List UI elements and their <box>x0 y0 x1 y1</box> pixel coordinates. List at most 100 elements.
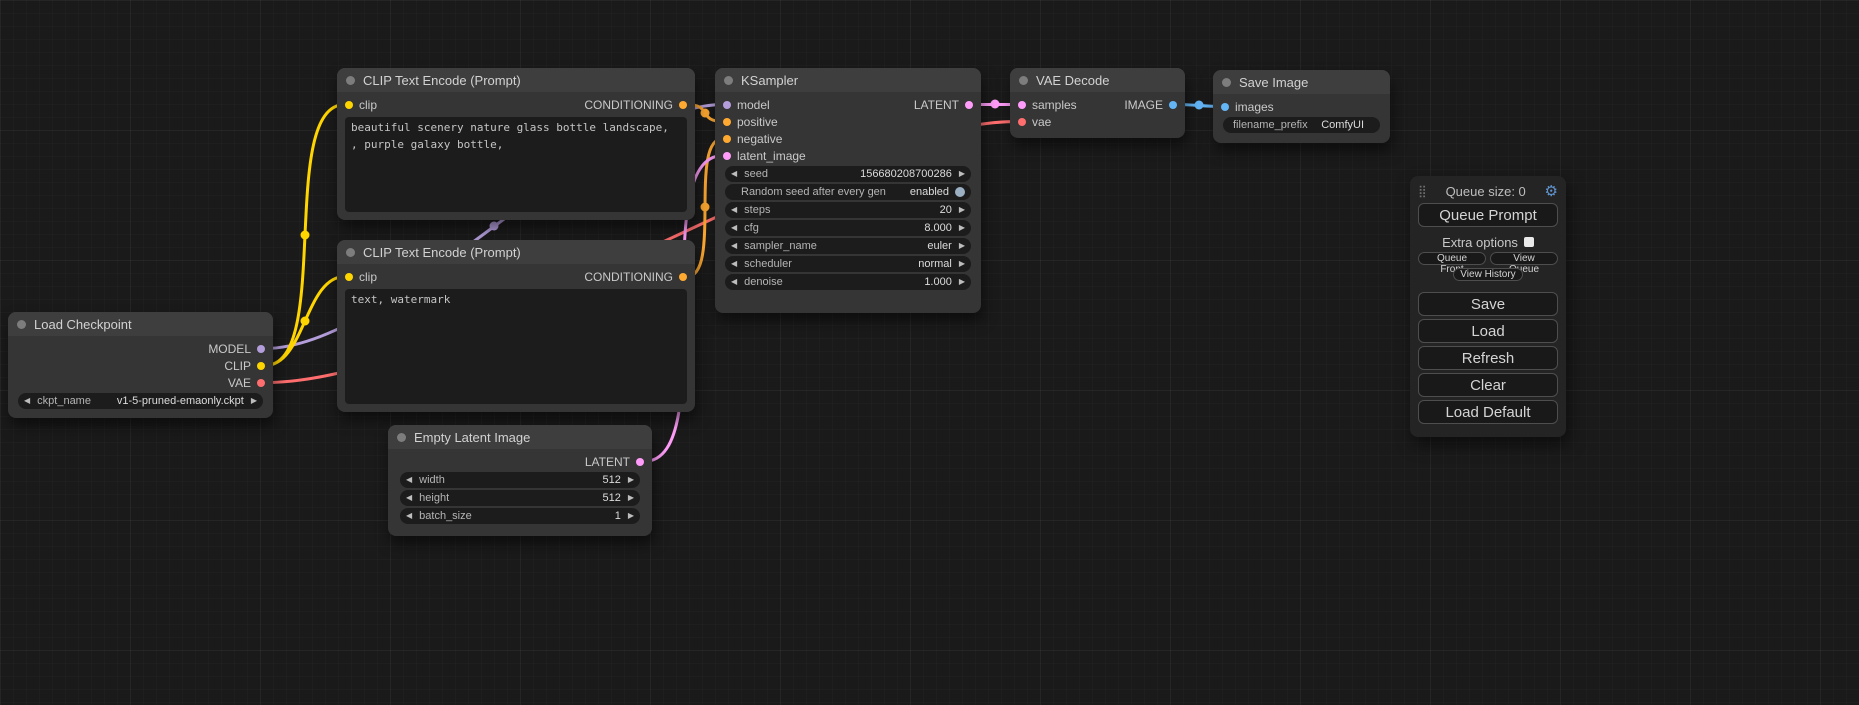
extra-options-checkbox[interactable] <box>1524 237 1534 247</box>
widget-name: Random seed after every gen <box>741 186 886 198</box>
collapse-icon[interactable] <box>17 320 26 329</box>
load-default-button[interactable]: Load Default <box>1418 400 1558 424</box>
widget-name: denoise <box>744 276 783 288</box>
node-title-bar[interactable]: CLIP Text Encode (Prompt) <box>337 68 695 92</box>
save-button[interactable]: Save <box>1418 292 1558 316</box>
latent-output-port[interactable] <box>636 458 644 466</box>
widget-denoise[interactable]: ◀ denoise 1.000 ▶ <box>725 274 971 290</box>
decrement-icon[interactable]: ◀ <box>406 476 412 484</box>
model-output-port[interactable] <box>257 345 265 353</box>
input-label: images <box>1235 100 1274 114</box>
view-queue-button[interactable]: View Queue <box>1490 252 1558 265</box>
node-clip-text-encode-negative[interactable]: CLIP Text Encode (Prompt) clip CONDITION… <box>337 240 695 412</box>
images-input-port[interactable] <box>1221 103 1229 111</box>
wire-midpoint-dot <box>301 231 310 240</box>
load-button[interactable]: Load <box>1418 319 1558 343</box>
positive-input-port[interactable] <box>723 118 731 126</box>
increment-icon[interactable]: ▶ <box>959 224 965 232</box>
decrement-icon[interactable]: ◀ <box>731 170 737 178</box>
refresh-button[interactable]: Refresh <box>1418 346 1558 370</box>
widget-value: 1 <box>615 510 621 522</box>
widget-width[interactable]: ◀ width 512 ▶ <box>400 472 640 488</box>
output-label: CONDITIONING <box>584 270 673 284</box>
node-load-checkpoint[interactable]: Load Checkpoint MODEL CLIP VAE ◀ ckpt <box>8 312 273 418</box>
clip-input-port[interactable] <box>345 273 353 281</box>
collapse-icon[interactable] <box>1019 76 1028 85</box>
conditioning-output-port[interactable] <box>679 273 687 281</box>
queue-prompt-button[interactable]: Queue Prompt <box>1418 203 1558 227</box>
node-title-bar[interactable]: CLIP Text Encode (Prompt) <box>337 240 695 264</box>
collapse-icon[interactable] <box>724 76 733 85</box>
widget-scheduler[interactable]: ◀ scheduler normal ▶ <box>725 256 971 272</box>
node-title-bar[interactable]: KSampler <box>715 68 981 92</box>
prompt-textarea[interactable]: text, watermark <box>345 289 687 404</box>
collapse-icon[interactable] <box>346 76 355 85</box>
widget-value: 512 <box>602 492 620 504</box>
latent-image-input-port[interactable] <box>723 152 731 160</box>
widget-ckpt-name[interactable]: ◀ ckpt_name v1-5-pruned-emaonly.ckpt ▶ <box>18 393 263 409</box>
widget-cfg[interactable]: ◀ cfg 8.000 ▶ <box>725 220 971 236</box>
collapse-icon[interactable] <box>397 433 406 442</box>
increment-icon[interactable]: ▶ <box>959 242 965 250</box>
node-title: Load Checkpoint <box>34 317 132 332</box>
widget-height[interactable]: ◀ height 512 ▶ <box>400 490 640 506</box>
image-output-port[interactable] <box>1169 101 1177 109</box>
vae-input-port[interactable] <box>1018 118 1026 126</box>
node-save-image[interactable]: Save Image images filename_prefix ComfyU… <box>1213 70 1390 143</box>
clear-button[interactable]: Clear <box>1418 373 1558 397</box>
node-clip-text-encode-positive[interactable]: CLIP Text Encode (Prompt) clip CONDITION… <box>337 68 695 220</box>
clip-input-port[interactable] <box>345 101 353 109</box>
decrement-icon[interactable]: ◀ <box>731 260 737 268</box>
node-graph-canvas[interactable]: Load Checkpoint MODEL CLIP VAE ◀ ckpt <box>0 0 1859 705</box>
queue-front-button[interactable]: Queue Front <box>1418 252 1486 265</box>
node-title-bar[interactable]: Empty Latent Image <box>388 425 652 449</box>
decrement-icon[interactable]: ◀ <box>406 494 412 502</box>
model-input-port[interactable] <box>723 101 731 109</box>
increment-icon[interactable]: ▶ <box>628 512 634 520</box>
samples-input-port[interactable] <box>1018 101 1026 109</box>
increment-icon[interactable]: ▶ <box>959 206 965 214</box>
conditioning-output-port[interactable] <box>679 101 687 109</box>
widget-filename-prefix[interactable]: filename_prefix ComfyUI <box>1223 117 1380 133</box>
widget-name: width <box>419 474 445 486</box>
clip-output-port[interactable] <box>257 362 265 370</box>
increment-icon[interactable]: ▶ <box>251 397 257 405</box>
toggle-icon[interactable] <box>955 187 965 197</box>
widget-random-seed-toggle[interactable]: Random seed after every gen enabled <box>725 184 971 200</box>
vae-output-port[interactable] <box>257 379 265 387</box>
drag-handle-icon[interactable]: ⣿ <box>1418 184 1427 198</box>
decrement-icon[interactable]: ◀ <box>24 397 30 405</box>
node-title-bar[interactable]: Save Image <box>1213 70 1390 94</box>
widget-steps[interactable]: ◀ steps 20 ▶ <box>725 202 971 218</box>
increment-icon[interactable]: ▶ <box>959 278 965 286</box>
node-title-bar[interactable]: Load Checkpoint <box>8 312 273 336</box>
collapse-icon[interactable] <box>346 248 355 257</box>
increment-icon[interactable]: ▶ <box>959 260 965 268</box>
widget-batch-size[interactable]: ◀ batch_size 1 ▶ <box>400 508 640 524</box>
slot-row: CLIP <box>8 357 273 374</box>
decrement-icon[interactable]: ◀ <box>731 206 737 214</box>
widget-sampler-name[interactable]: ◀ sampler_name euler ▶ <box>725 238 971 254</box>
gear-icon[interactable]: ⚙ <box>1545 182 1558 200</box>
node-ksampler[interactable]: KSampler model LATENT positive negative … <box>715 68 981 313</box>
latent-output-port[interactable] <box>965 101 973 109</box>
slot-row: MODEL <box>8 340 273 357</box>
negative-input-port[interactable] <box>723 135 731 143</box>
view-history-button[interactable]: View History <box>1453 268 1522 281</box>
node-empty-latent-image[interactable]: Empty Latent Image LATENT ◀ width 512 ▶ … <box>388 425 652 536</box>
increment-icon[interactable]: ▶ <box>959 170 965 178</box>
collapse-icon[interactable] <box>1222 78 1231 87</box>
node-title-bar[interactable]: VAE Decode <box>1010 68 1185 92</box>
widget-value: 512 <box>602 474 620 486</box>
prompt-textarea[interactable]: beautiful scenery nature glass bottle la… <box>345 117 687 212</box>
node-vae-decode[interactable]: VAE Decode samples IMAGE vae <box>1010 68 1185 138</box>
increment-icon[interactable]: ▶ <box>628 476 634 484</box>
wire-midpoint-dot <box>701 109 710 118</box>
decrement-icon[interactable]: ◀ <box>731 242 737 250</box>
widget-seed[interactable]: ◀ seed 156680208700286 ▶ <box>725 166 971 182</box>
increment-icon[interactable]: ▶ <box>628 494 634 502</box>
decrement-icon[interactable]: ◀ <box>731 278 737 286</box>
node-title: VAE Decode <box>1036 73 1109 88</box>
decrement-icon[interactable]: ◀ <box>406 512 412 520</box>
decrement-icon[interactable]: ◀ <box>731 224 737 232</box>
